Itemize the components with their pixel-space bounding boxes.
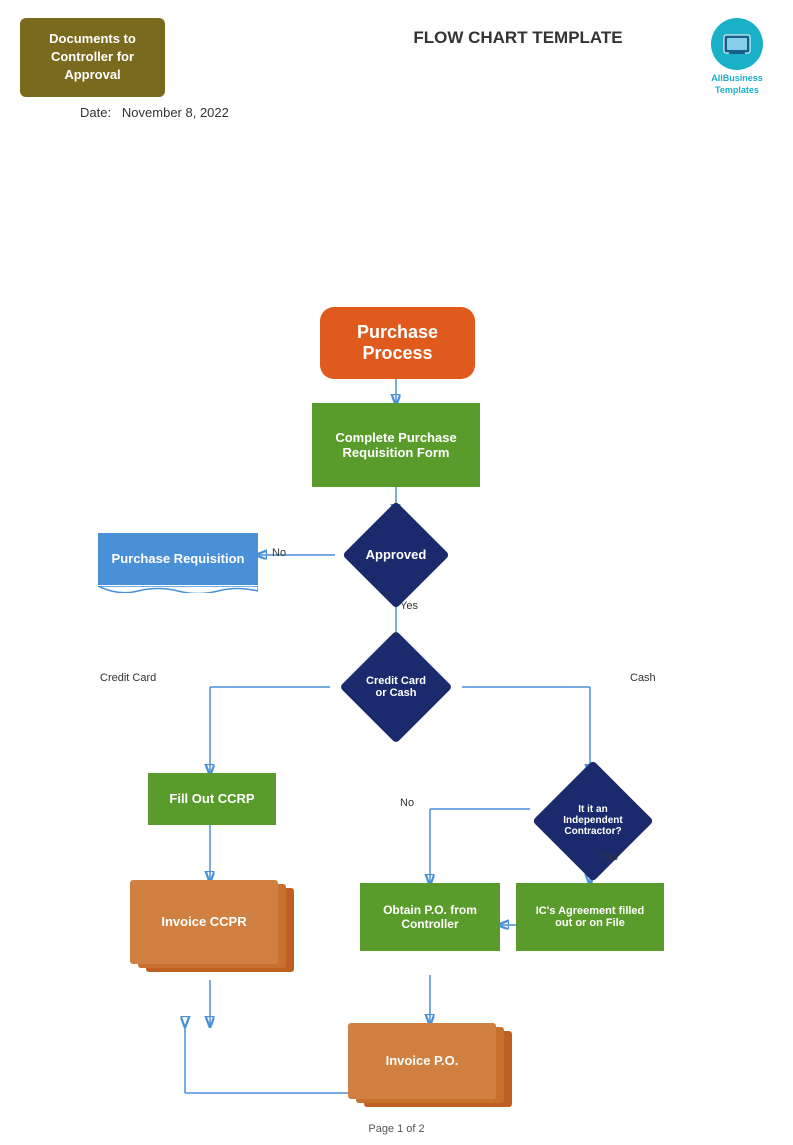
obtain-po-shape: Obtain P.O. fromController (360, 883, 500, 951)
diamond3-container: It it an IndependentContractor? (528, 773, 658, 869)
ic-agreement-label: IC's Agreement filledout or on File (536, 905, 645, 929)
docs-to-controller-box: Documents toController forApproval (20, 18, 165, 97)
ic-agreement-shape: IC's Agreement filledout or on File (516, 883, 664, 951)
start-label: PurchaseProcess (357, 322, 438, 364)
header-left: Documents toController forApproval (20, 18, 165, 97)
fill-ccrp-shape: Fill Out CCRP (148, 773, 276, 825)
cash-label: Cash (630, 672, 656, 684)
yes1-label: Yes (400, 600, 418, 612)
step1-label: Complete PurchaseRequisition Form (335, 430, 456, 460)
obtain-po-label: Obtain P.O. fromController (383, 903, 477, 931)
diamond3-shape (532, 760, 654, 882)
invoice-po-docs: Invoice P.O. (348, 1023, 512, 1113)
logo-icon (711, 18, 763, 70)
page-footer: Page 1 of 2 (368, 1123, 424, 1135)
start-shape: PurchaseProcess (320, 307, 475, 379)
invoice-ccpr-docs: Invoice CCPR (130, 880, 294, 980)
date-value: November 8, 2022 (122, 105, 229, 120)
yes2-label: Yes (600, 851, 618, 863)
no1-label: No (272, 547, 286, 559)
no2-label: No (400, 797, 414, 809)
invoice-ccpr-label: Invoice CCPR (161, 914, 246, 929)
logo-text: AllBusinessTemplates (711, 73, 763, 96)
banner-shape: Purchase Requisition (98, 533, 258, 585)
logo-area: AllBusinessTemplates (711, 18, 763, 96)
diamond1-shape (342, 501, 449, 608)
step1-shape: Complete PurchaseRequisition Form (312, 403, 480, 487)
credit-card-label: Credit Card (100, 672, 156, 684)
flowchart: PurchaseProcess Complete PurchaseRequisi… (0, 125, 793, 1145)
diamond1-container: Approved (336, 513, 456, 597)
banner-label: Purchase Requisition (112, 551, 245, 566)
date-line: Date: November 8, 2022 (60, 105, 793, 120)
header: Documents toController forApproval FLOW … (0, 0, 793, 97)
page-title: FLOW CHART TEMPLATE (413, 28, 622, 48)
date-label: Date: (80, 105, 111, 120)
fill-ccrp-label: Fill Out CCRP (169, 791, 254, 806)
diamond2-shape (339, 630, 452, 743)
diamond2-container: Credit Cardor Cash (326, 645, 466, 729)
invoice-po-label: Invoice P.O. (386, 1053, 459, 1068)
